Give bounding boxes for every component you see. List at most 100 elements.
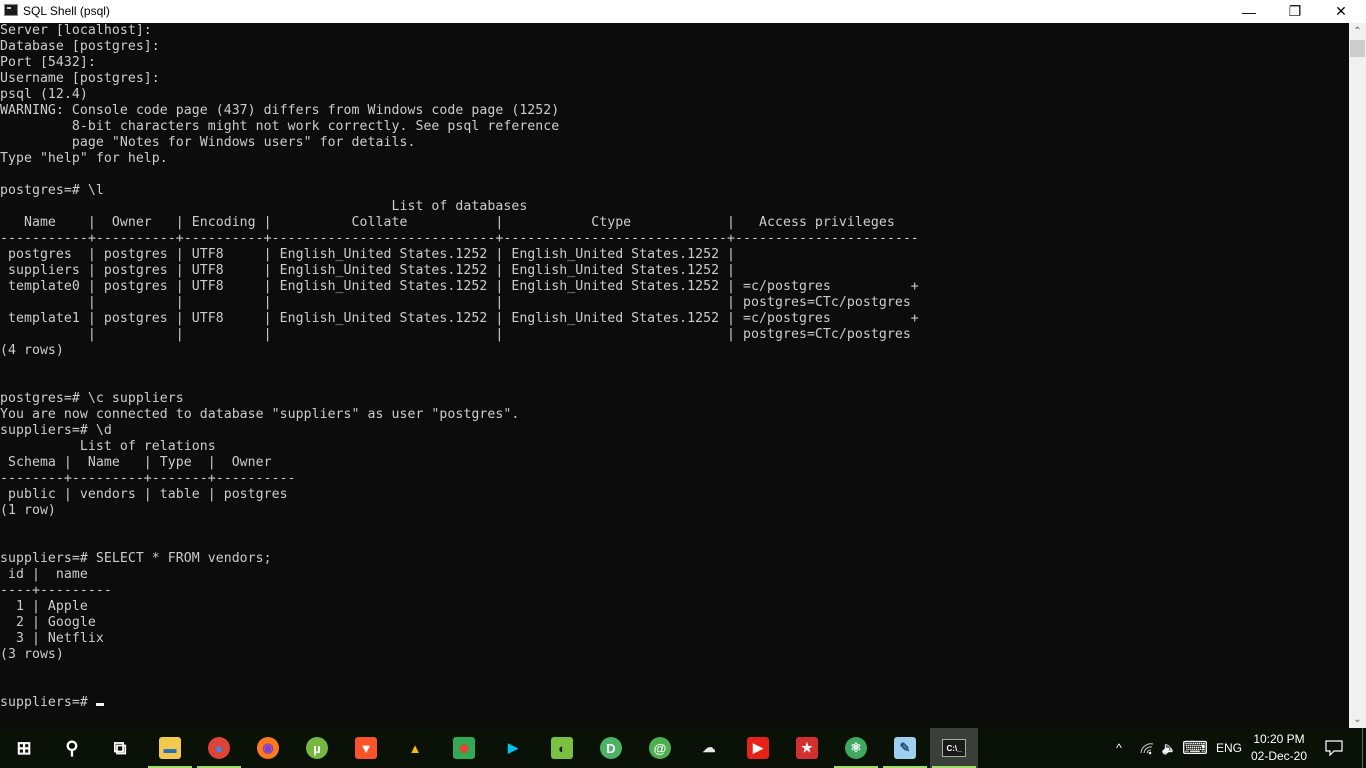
console-line: | | | | | postgres=CTc/postgres — [0, 327, 911, 342]
taskbar-brave[interactable]: ▼ — [342, 728, 390, 768]
action-center-button[interactable] — [1320, 728, 1348, 768]
console-icon — [4, 4, 18, 16]
volume-button[interactable]: 🔈 — [1158, 728, 1180, 768]
sql-shell-icon: C:\_ — [942, 739, 966, 757]
google-maps-icon: ◆ — [453, 737, 475, 759]
console-line: Name | Owner | Encoding | Collate | Ctyp… — [0, 215, 895, 230]
console-line: WARNING: Console code page (437) differs… — [0, 103, 560, 118]
cloud-app-icon: ☁ — [702, 740, 716, 755]
chevron-up-icon: ⌃ — [1353, 26, 1362, 37]
console-output[interactable]: Server [localhost]: Database [postgres]:… — [0, 23, 1349, 728]
console-line: (4 rows) — [0, 343, 64, 358]
notepad-icon: ✎ — [894, 737, 916, 759]
console-line: postgres | postgres | UTF8 | English_Uni… — [0, 247, 736, 262]
wifi-icon — [1140, 743, 1154, 755]
taskbar-google-maps[interactable]: ◆ — [440, 728, 488, 768]
keyboard-icon: ⌨ — [1182, 737, 1208, 758]
google-play-icon: ▶ — [508, 740, 518, 755]
clock-date: 02-Dec-20 — [1250, 749, 1308, 763]
console-line: ----+--------- — [0, 583, 112, 598]
console-line: 3 | Netflix — [0, 631, 104, 646]
close-icon: ✕ — [1335, 3, 1347, 19]
chevron-up-icon: ^ — [1116, 741, 1122, 755]
taskbar-firefox[interactable]: ◉ — [244, 728, 292, 768]
utorrent-icon: µ — [306, 737, 328, 759]
taskbar-start-button[interactable]: ⊞ — [0, 728, 48, 768]
taskbar-chrome[interactable]: ● — [195, 728, 243, 768]
clock-button[interactable]: 10:20 PM 02-Dec-20 — [1248, 731, 1310, 765]
taskbar-youtube[interactable]: ▶ — [734, 728, 782, 768]
file-explorer-icon: ▬ — [159, 737, 181, 759]
brave-icon: ▼ — [355, 737, 377, 759]
taskbar-bookmark-app[interactable]: ★ — [783, 728, 831, 768]
console-line: Schema | Name | Type | Owner — [0, 455, 272, 470]
minimize-icon: — — [1242, 3, 1256, 20]
console-line: List of relations — [0, 439, 216, 454]
taskbar-spiral-app[interactable]: @ — [636, 728, 684, 768]
taskbar: ⊞ ⚲ ⧉ ▬ ● ◉ µ ▼ ▲ ◆ ▶ ◐ D @ ☁ ▶ ★ ⚛ ✎ C:\_ ^ 🔈 ⌨ ENG 10:20 … — [0, 728, 1366, 768]
maximize-button[interactable]: ❐ — [1272, 0, 1318, 23]
console-line: (3 rows) — [0, 647, 64, 662]
console-line: suppliers | postgres | UTF8 | English_Un… — [0, 263, 736, 278]
console-line: postgres=# \l — [0, 183, 104, 198]
taskbar-sql-shell[interactable]: C:\_ — [930, 728, 978, 768]
console-line: 1 | Apple — [0, 599, 88, 614]
bookmark-app-icon: ★ — [796, 737, 818, 759]
taskbar-file-explorer[interactable]: ▬ — [146, 728, 194, 768]
console-line: psql (12.4) — [0, 87, 88, 102]
taskbar-pushbullet[interactable]: D — [587, 728, 635, 768]
firefox-icon: ◉ — [257, 737, 279, 759]
taskbar-utorrent[interactable]: µ — [293, 728, 341, 768]
notification-icon — [1325, 740, 1343, 756]
chrome-icon: ● — [208, 737, 230, 759]
taskbar-google-play[interactable]: ▶ — [489, 728, 537, 768]
scroll-thumb[interactable] — [1350, 40, 1365, 57]
start-button-icon: ⊞ — [16, 737, 32, 758]
title-bar: SQL Shell (psql) — ❐ ✕ — [0, 0, 1366, 23]
vertical-scrollbar[interactable]: ⌃ ⌄ — [1349, 23, 1366, 728]
window-title: SQL Shell (psql) — [23, 4, 110, 18]
speaker-icon: 🔈 — [1161, 741, 1177, 755]
console-line: public | vendors | table | postgres — [0, 487, 288, 502]
prompt-line[interactable]: suppliers=# — [0, 695, 1349, 711]
console-line: page "Notes for Windows users" for detai… — [0, 135, 416, 150]
console-line: -----------+----------+----------+------… — [0, 231, 919, 246]
chevron-down-icon: ⌄ — [1353, 714, 1362, 725]
console-line: id | name — [0, 567, 88, 582]
console-line: suppliers=# \d — [0, 423, 112, 438]
prompt: suppliers=# — [0, 695, 96, 710]
scroll-down-button[interactable]: ⌄ — [1349, 711, 1366, 728]
language-button[interactable]: ENG — [1212, 728, 1246, 768]
show-desktop-button[interactable] — [1362, 728, 1363, 768]
taskbar-task-view-button[interactable]: ⧉ — [96, 728, 144, 768]
console-line: Username [postgres]: — [0, 71, 160, 86]
show-hidden-icons-button[interactable]: ^ — [1108, 728, 1130, 768]
console-line: Type "help" for help. — [0, 151, 168, 166]
touch-keyboard-button[interactable]: ⌨ — [1182, 728, 1208, 768]
text-cursor — [95, 703, 104, 706]
minimize-button[interactable]: — — [1226, 0, 1272, 23]
console-line: template1 | postgres | UTF8 | English_Un… — [0, 311, 919, 326]
console-line: 2 | Google — [0, 615, 96, 630]
spiral-app-icon: @ — [649, 737, 671, 759]
evernote-icon: ◐ — [551, 737, 573, 759]
language-indicator: ENG — [1215, 741, 1242, 755]
console-line: | | | | | postgres=CTc/postgres — [0, 295, 911, 310]
console-line: Server [localhost]: — [0, 23, 152, 38]
taskbar-notepad[interactable]: ✎ — [881, 728, 929, 768]
taskbar-cloud-app[interactable]: ☁ — [685, 728, 733, 768]
atom-icon: ⚛ — [845, 737, 867, 759]
console-line: 8-bit characters might not work correctl… — [0, 119, 560, 134]
console-line: You are now connected to database "suppl… — [0, 407, 520, 422]
restore-icon: ❐ — [1288, 3, 1302, 19]
network-button[interactable] — [1136, 728, 1158, 768]
console-line: template0 | postgres | UTF8 | English_Un… — [0, 279, 919, 294]
task-view-button-icon: ⧉ — [113, 737, 127, 758]
taskbar-evernote[interactable]: ◐ — [538, 728, 586, 768]
taskbar-atom[interactable]: ⚛ — [832, 728, 880, 768]
taskbar-search-button[interactable]: ⚲ — [48, 728, 96, 768]
console-line: List of databases — [0, 199, 528, 214]
close-button[interactable]: ✕ — [1318, 0, 1364, 23]
taskbar-google-drive[interactable]: ▲ — [391, 728, 439, 768]
scroll-up-button[interactable]: ⌃ — [1349, 23, 1366, 40]
